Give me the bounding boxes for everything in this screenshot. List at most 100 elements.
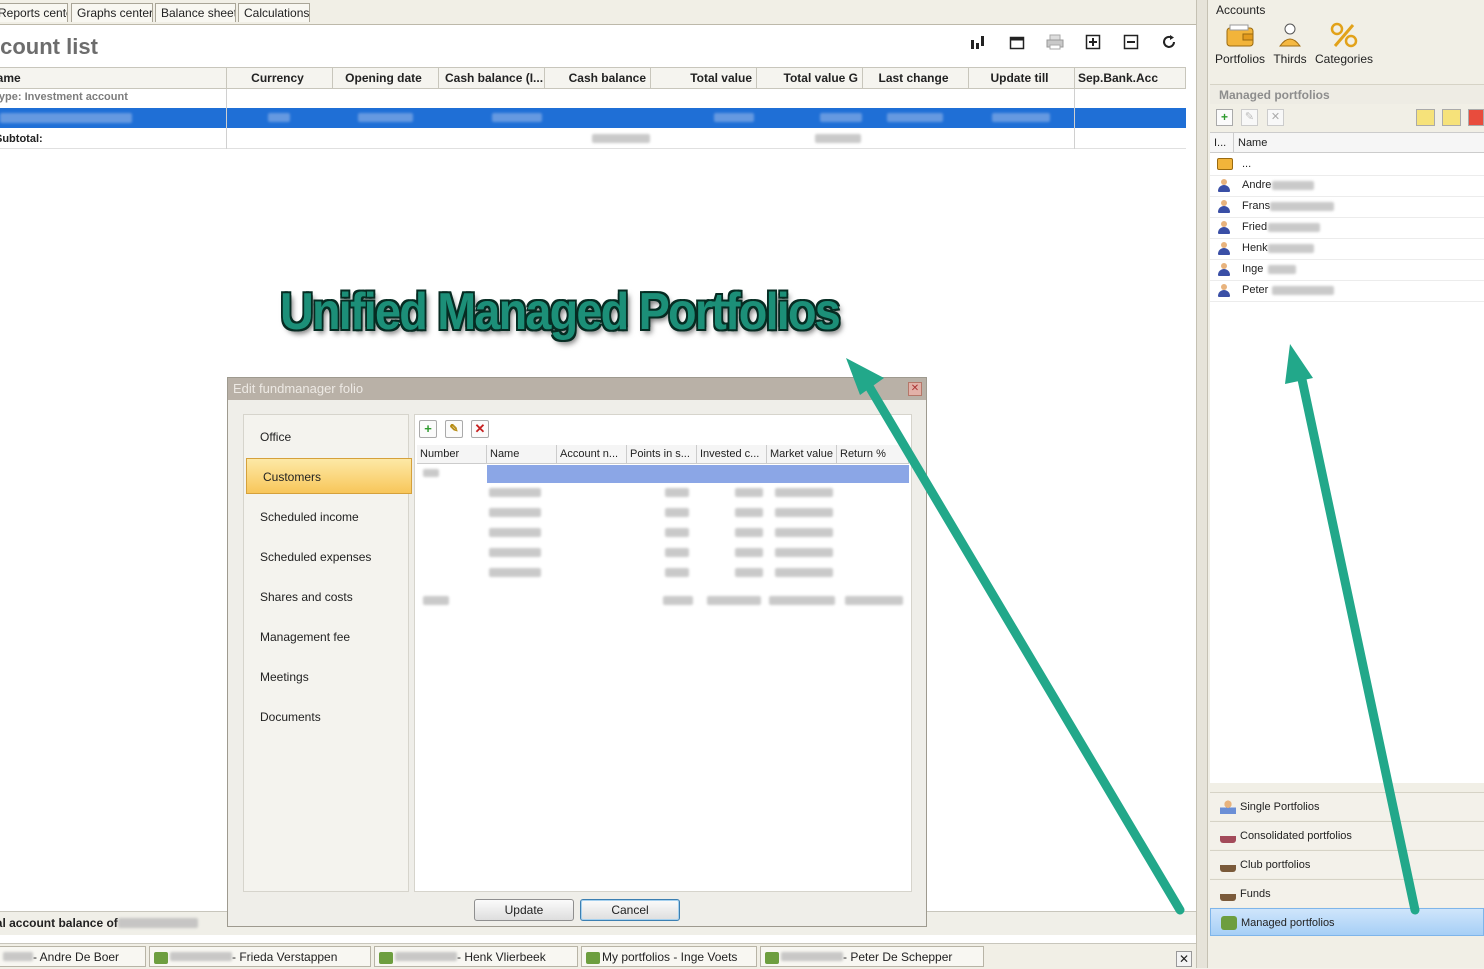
table-header: Name Currency Opening date Cash balance …: [0, 67, 1186, 89]
column-header[interactable]: Name: [0, 68, 227, 88]
customers-panel: + ✎ ✕ Number Name Account n... Points in…: [414, 414, 912, 892]
tab-calculations[interactable]: Calculations: [238, 3, 310, 22]
column-header[interactable]: Return %: [837, 445, 909, 463]
nav-management-fee[interactable]: Management fee: [244, 619, 408, 655]
button-label: Portfolios: [1214, 52, 1266, 66]
list-item[interactable]: Andre: [1210, 175, 1484, 197]
column-header[interactable]: Total value G: [757, 68, 863, 88]
nav-funds[interactable]: Funds: [1210, 879, 1484, 907]
chart-icon[interactable]: [968, 34, 988, 54]
portfolio-icon: [586, 951, 600, 964]
row-label: Fried: [1242, 221, 1268, 233]
taskbar-item[interactable]: - Frieda Verstappen: [149, 946, 371, 967]
taskbar-item[interactable]: - Henk Vlierbeek: [374, 946, 578, 967]
column-header[interactable]: Name: [487, 445, 557, 463]
nav-office[interactable]: Office: [244, 419, 408, 455]
row-label: ...: [1242, 158, 1252, 170]
nav-documents[interactable]: Documents: [244, 699, 408, 735]
column-header[interactable]: Sep.Bank.Acc: [1075, 68, 1186, 88]
thirds-button[interactable]: Thirds: [1270, 22, 1310, 74]
column-header[interactable]: Total value: [651, 68, 757, 88]
table-row-selected[interactable]: [0, 108, 1186, 128]
column-header[interactable]: Invested c...: [697, 445, 767, 463]
group-icon: [1220, 858, 1236, 872]
delete-icon[interactable]: ✕: [1267, 109, 1284, 126]
nav-scheduled-income[interactable]: Scheduled income: [244, 499, 408, 535]
print-icon[interactable]: [1045, 34, 1065, 54]
nav-scheduled-expenses[interactable]: Scheduled expenses: [244, 539, 408, 575]
column-header[interactable]: Cash balance (I...: [439, 68, 545, 88]
headline-overlay: Unified Managed Portfolios: [280, 283, 841, 341]
close-icon[interactable]: ✕: [908, 382, 922, 396]
remove-icon[interactable]: [1468, 109, 1484, 126]
column-header[interactable]: Market value: [767, 445, 837, 463]
tab-label: Calculations: [244, 6, 310, 20]
close-icon[interactable]: ✕: [1176, 951, 1192, 967]
button-label: Thirds: [1273, 52, 1307, 66]
column-header[interactable]: Last change: [863, 68, 969, 88]
list-item[interactable]: Fried: [1210, 217, 1484, 239]
person-icon: [1218, 179, 1230, 192]
add-icon[interactable]: +: [419, 420, 437, 438]
tab-label: Graphs center: [77, 6, 153, 20]
edit-icon[interactable]: ✎: [1241, 109, 1258, 126]
nav-label: Funds: [1240, 888, 1271, 900]
group-row[interactable]: Type: Investment account: [0, 89, 1179, 106]
expand-all-icon[interactable]: [1083, 34, 1103, 54]
splitter-handle[interactable]: [1196, 0, 1208, 968]
collapse-all-icon[interactable]: [1121, 34, 1141, 54]
total-balance-label: Total account balance of: [0, 916, 118, 930]
column-header[interactable]: Number: [417, 445, 487, 463]
list-item[interactable]: Henk: [1210, 238, 1484, 260]
list-item[interactable]: Peter: [1210, 280, 1484, 302]
column-header[interactable]: Cash balance: [545, 68, 651, 88]
taskbar-label: - Henk Vlierbeek: [457, 950, 546, 964]
taskbar-item[interactable]: - Andre De Boer: [0, 946, 146, 967]
list-item[interactable]: ...: [1210, 154, 1484, 176]
categories-button[interactable]: Categories: [1314, 22, 1374, 74]
nav-meetings[interactable]: Meetings: [244, 659, 408, 695]
refresh-icon[interactable]: [1159, 34, 1179, 54]
nav-consolidated-portfolios[interactable]: Consolidated portfolios: [1210, 821, 1484, 849]
tab-graphs-center[interactable]: Graphs center: [71, 3, 153, 22]
column-header[interactable]: Currency: [227, 68, 333, 88]
nav-shares-and-costs[interactable]: Shares and costs: [244, 579, 408, 615]
tab-balance-sheet[interactable]: Balance sheet: [155, 3, 236, 22]
column-header[interactable]: Name: [1234, 133, 1484, 153]
edit-icon[interactable]: ✎: [445, 420, 463, 438]
column-header[interactable]: I...: [1210, 133, 1234, 153]
nav-customers[interactable]: Customers: [246, 458, 412, 494]
add-icon[interactable]: +: [1216, 109, 1233, 126]
taskbar-label: - Frieda Verstappen: [232, 950, 338, 964]
person-group-icon: [1279, 23, 1301, 47]
list-item[interactable]: Inge: [1210, 259, 1484, 281]
export-icon[interactable]: [1442, 109, 1461, 126]
column-header[interactable]: Opening date: [333, 68, 439, 88]
tab-reports-center[interactable]: Reports center: [0, 3, 68, 22]
calendar-icon[interactable]: [1007, 34, 1027, 54]
wallet-icon: [1217, 158, 1233, 170]
nav-club-portfolios[interactable]: Club portfolios: [1210, 850, 1484, 878]
column-header[interactable]: Points in s...: [627, 445, 697, 463]
delete-icon[interactable]: ✕: [471, 420, 489, 438]
taskbar-label: - Andre De Boer: [33, 950, 120, 964]
update-button[interactable]: Update: [474, 899, 574, 921]
taskbar-item[interactable]: My portfolios - Inge Voets: [581, 946, 757, 967]
portfolios-button[interactable]: Portfolios: [1212, 22, 1268, 74]
table-row-selected[interactable]: [487, 465, 909, 483]
accounts-panel: Accounts Portfolios Thirds Categories Ma…: [1208, 0, 1484, 968]
column-header[interactable]: Account n...: [557, 445, 627, 463]
taskbar-item[interactable]: - Peter De Schepper: [760, 946, 984, 967]
nav-managed-portfolios[interactable]: Managed portfolios: [1210, 908, 1484, 936]
import-icon[interactable]: [1416, 109, 1435, 126]
subtotal-row[interactable]: Subtotal:: [0, 130, 1186, 149]
row-label: Peter: [1242, 284, 1269, 296]
row-label: Frans: [1242, 200, 1271, 212]
person-icon: [1218, 242, 1230, 255]
list-item[interactable]: Frans: [1210, 196, 1484, 218]
managed-portfolio-icon: [1221, 916, 1237, 930]
tab-label: Reports center: [0, 6, 67, 20]
cancel-button[interactable]: Cancel: [580, 899, 680, 921]
nav-single-portfolios[interactable]: Single Portfolios: [1210, 792, 1484, 820]
column-header[interactable]: Update till: [969, 68, 1075, 88]
